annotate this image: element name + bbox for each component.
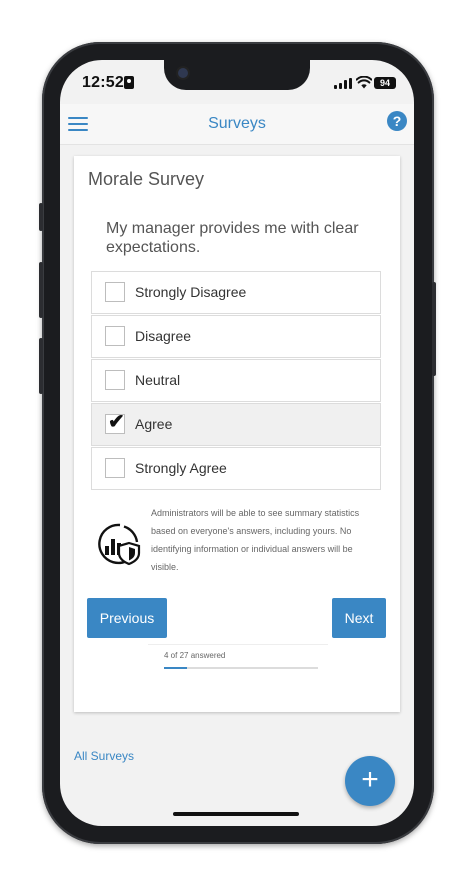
status-time: 12:52 (82, 74, 124, 91)
phone-silent-switch (39, 203, 43, 231)
progress-label: 4 of 27 answered (164, 651, 226, 660)
privacy-chart-shield-icon (98, 523, 141, 566)
wifi-icon (356, 76, 372, 89)
answer-options: Strongly Disagree Disagree Neutral ✔ Agr… (91, 271, 381, 491)
previous-button[interactable]: Previous (87, 598, 167, 638)
help-icon[interactable]: ? (387, 111, 407, 131)
id-card-icon (124, 76, 134, 89)
option-disagree[interactable]: Disagree (91, 315, 381, 358)
camera-icon (178, 68, 188, 78)
checkbox[interactable] (105, 458, 125, 478)
checkbox[interactable] (105, 282, 125, 302)
next-button[interactable]: Next (332, 598, 386, 638)
add-survey-button[interactable]: + (345, 756, 395, 806)
header-title: Surveys (208, 115, 266, 132)
survey-card: Morale Survey My manager provides me wit… (74, 156, 400, 712)
option-label: Strongly Agree (135, 460, 227, 476)
checkbox-checked[interactable]: ✔ (105, 411, 125, 434)
phone-power-button (432, 282, 436, 376)
phone-screen: 12:52 94 Surveys ? Morale Survey My mana… (60, 60, 414, 826)
progress-bar-fill (164, 667, 187, 669)
app-header: Surveys ? (60, 104, 414, 145)
status-bar: 12:52 94 (60, 60, 414, 104)
phone-volume-down (39, 338, 43, 394)
option-label: Disagree (135, 328, 192, 344)
checkbox[interactable] (105, 370, 125, 390)
progress-bar (164, 667, 318, 669)
phone-volume-up (39, 262, 43, 318)
option-strongly-disagree[interactable]: Strongly Disagree (91, 271, 381, 314)
option-label: Neutral (135, 372, 181, 388)
survey-title: Morale Survey (88, 169, 205, 189)
all-surveys-link[interactable]: All Surveys (74, 749, 134, 763)
option-neutral[interactable]: Neutral (91, 359, 381, 402)
option-agree[interactable]: ✔ Agree (91, 403, 381, 446)
option-label: Agree (135, 416, 173, 432)
progress-section: 4 of 27 answered (148, 644, 328, 669)
battery-icon: 94 (374, 77, 396, 89)
cellular-signal-icon (334, 78, 352, 89)
home-indicator (173, 812, 299, 816)
option-label: Strongly Disagree (135, 284, 247, 300)
privacy-note: Administrators will be able to see summa… (151, 508, 360, 572)
checkmark-icon: ✔ (108, 411, 125, 433)
survey-question: My manager provides me with clear expect… (106, 220, 359, 256)
checkbox[interactable] (105, 326, 125, 346)
option-strongly-agree[interactable]: Strongly Agree (91, 447, 381, 490)
